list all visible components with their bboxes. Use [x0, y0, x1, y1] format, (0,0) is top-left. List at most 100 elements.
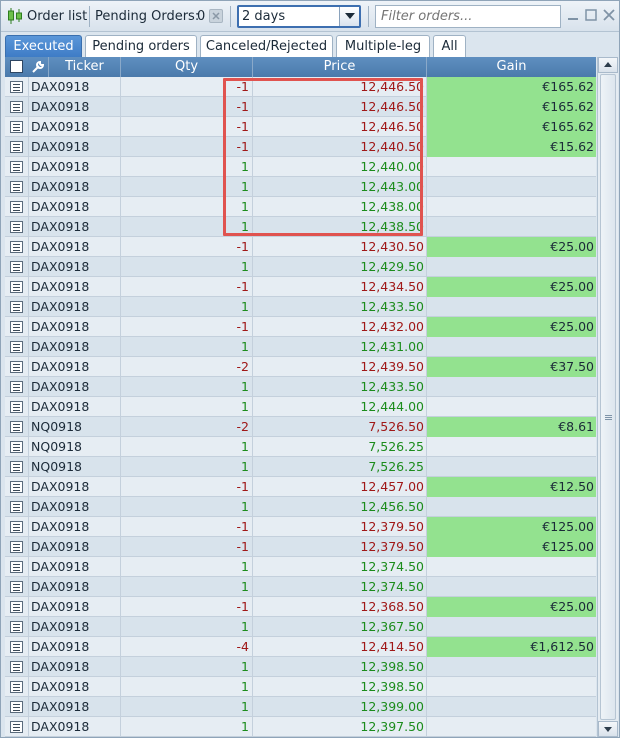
table-row[interactable]: DAX0918 1 12,397.50 [5, 717, 596, 737]
cell-price: 12,438.00 [253, 197, 427, 217]
clear-pending-icon[interactable] [209, 9, 223, 23]
table-row[interactable]: DAX0918 -2 12,439.50 €37.50 [5, 357, 596, 377]
row-details-icon[interactable] [5, 537, 29, 557]
close-icon[interactable] [603, 9, 615, 21]
row-details-icon[interactable] [5, 617, 29, 637]
row-details-icon[interactable] [5, 717, 29, 737]
cell-price: 7,526.25 [253, 457, 427, 477]
row-details-icon[interactable] [5, 177, 29, 197]
table-row[interactable]: DAX0918 1 12,456.50 [5, 497, 596, 517]
table-row[interactable]: DAX0918 1 12,443.00 [5, 177, 596, 197]
table-row[interactable]: DAX0918 -1 12,368.50 €25.00 [5, 597, 596, 617]
columns-doc-icon[interactable] [10, 60, 23, 73]
row-details-icon[interactable] [5, 257, 29, 277]
table-row[interactable]: DAX0918 1 12,440.00 [5, 157, 596, 177]
row-details-icon[interactable] [5, 317, 29, 337]
table-row[interactable]: DAX0918 1 12,429.50 [5, 257, 596, 277]
row-details-icon[interactable] [5, 277, 29, 297]
row-details-icon[interactable] [5, 597, 29, 617]
row-details-icon[interactable] [5, 237, 29, 257]
table-row[interactable]: DAX0918 1 12,433.50 [5, 377, 596, 397]
table-row[interactable]: NQ0918 1 7,526.25 [5, 437, 596, 457]
cell-qty: 1 [121, 197, 253, 217]
column-header-price[interactable]: Price [253, 57, 427, 77]
cell-price: 12,399.00 [253, 697, 427, 717]
table-row[interactable]: DAX0918 1 12,399.00 [5, 697, 596, 717]
table-row[interactable]: DAX0918 -1 12,446.50 €165.62 [5, 117, 596, 137]
cell-price: 7,526.25 [253, 437, 427, 457]
row-details-icon[interactable] [5, 417, 29, 437]
tab-executed[interactable]: Executed [5, 35, 82, 57]
tab-multiple-leg[interactable]: Multiple-leg [336, 35, 430, 57]
table-row[interactable]: DAX0918 1 12,444.00 [5, 397, 596, 417]
vertical-scrollbar[interactable] [597, 57, 618, 737]
cell-ticker: NQ0918 [29, 457, 121, 477]
row-details-icon[interactable] [5, 77, 29, 97]
row-details-icon[interactable] [5, 157, 29, 177]
row-details-icon[interactable] [5, 697, 29, 717]
table-row[interactable]: DAX0918 1 12,374.50 [5, 557, 596, 577]
row-details-icon[interactable] [5, 97, 29, 117]
row-details-icon[interactable] [5, 377, 29, 397]
row-details-icon[interactable] [5, 357, 29, 377]
row-details-icon[interactable] [5, 517, 29, 537]
table-row[interactable]: NQ0918 -2 7,526.50 €8.61 [5, 417, 596, 437]
table-row[interactable]: DAX0918 -4 12,414.50 €1,612.50 [5, 637, 596, 657]
tab-pending-orders[interactable]: Pending orders [85, 35, 197, 57]
toolbar-divider [368, 6, 369, 27]
cell-gain: €1,612.50 [427, 637, 596, 657]
row-details-icon[interactable] [5, 497, 29, 517]
table-row[interactable]: DAX0918 1 12,431.00 [5, 337, 596, 357]
table-row[interactable]: DAX0918 -1 12,379.50 €125.00 [5, 537, 596, 557]
table-row[interactable]: NQ0918 1 7,526.25 [5, 457, 596, 477]
table-row[interactable]: DAX0918 -1 12,432.00 €25.00 [5, 317, 596, 337]
scroll-down-button[interactable] [598, 721, 618, 737]
table-row[interactable]: DAX0918 1 12,398.50 [5, 677, 596, 697]
table-row[interactable]: DAX0918 -1 12,457.00 €12.50 [5, 477, 596, 497]
cell-ticker: DAX0918 [29, 117, 121, 137]
chevron-down-icon[interactable] [339, 7, 359, 26]
table-row[interactable]: DAX0918 -1 12,434.50 €25.00 [5, 277, 596, 297]
row-details-icon[interactable] [5, 557, 29, 577]
filter-orders-input[interactable] [375, 5, 561, 28]
row-details-icon[interactable] [5, 437, 29, 457]
wrench-icon[interactable] [31, 60, 45, 74]
row-details-icon[interactable] [5, 297, 29, 317]
table-row[interactable]: DAX0918 -1 12,430.50 €25.00 [5, 237, 596, 257]
table-row[interactable]: DAX0918 -1 12,446.50 €165.62 [5, 97, 596, 117]
tab-all[interactable]: All [433, 35, 466, 57]
tab-canceled-rejected[interactable]: Canceled/Rejected [200, 35, 333, 57]
scrollbar-thumb[interactable] [600, 74, 616, 720]
row-details-icon[interactable] [5, 117, 29, 137]
column-header-gain[interactable]: Gain [427, 57, 596, 77]
table-row[interactable]: DAX0918 1 12,374.50 [5, 577, 596, 597]
table-row[interactable]: DAX0918 1 12,438.00 [5, 197, 596, 217]
table-row[interactable]: DAX0918 -1 12,379.50 €125.00 [5, 517, 596, 537]
table-row[interactable]: DAX0918 -1 12,440.50 €15.62 [5, 137, 596, 157]
scroll-up-button[interactable] [598, 57, 618, 73]
period-select[interactable]: 2 days [237, 5, 361, 28]
row-details-icon[interactable] [5, 337, 29, 357]
row-details-icon[interactable] [5, 197, 29, 217]
minimize-icon[interactable] [567, 9, 579, 21]
row-details-icon[interactable] [5, 457, 29, 477]
row-details-icon[interactable] [5, 577, 29, 597]
table-row[interactable]: DAX0918 -1 12,446.50 €165.62 [5, 77, 596, 97]
cell-ticker: DAX0918 [29, 197, 121, 217]
column-header-ticker[interactable]: Ticker [49, 57, 121, 77]
row-details-icon[interactable] [5, 397, 29, 417]
cell-price: 12,367.50 [253, 617, 427, 637]
row-details-icon[interactable] [5, 657, 29, 677]
row-details-icon[interactable] [5, 477, 29, 497]
table-row[interactable]: DAX0918 1 12,367.50 [5, 617, 596, 637]
maximize-icon[interactable] [585, 9, 597, 21]
row-details-icon[interactable] [5, 137, 29, 157]
cell-qty: -1 [121, 537, 253, 557]
table-row[interactable]: DAX0918 1 12,438.50 [5, 217, 596, 237]
table-row[interactable]: DAX0918 1 12,433.50 [5, 297, 596, 317]
row-details-icon[interactable] [5, 217, 29, 237]
row-details-icon[interactable] [5, 677, 29, 697]
column-header-qty[interactable]: Qty [121, 57, 253, 77]
table-row[interactable]: DAX0918 1 12,398.50 [5, 657, 596, 677]
row-details-icon[interactable] [5, 637, 29, 657]
